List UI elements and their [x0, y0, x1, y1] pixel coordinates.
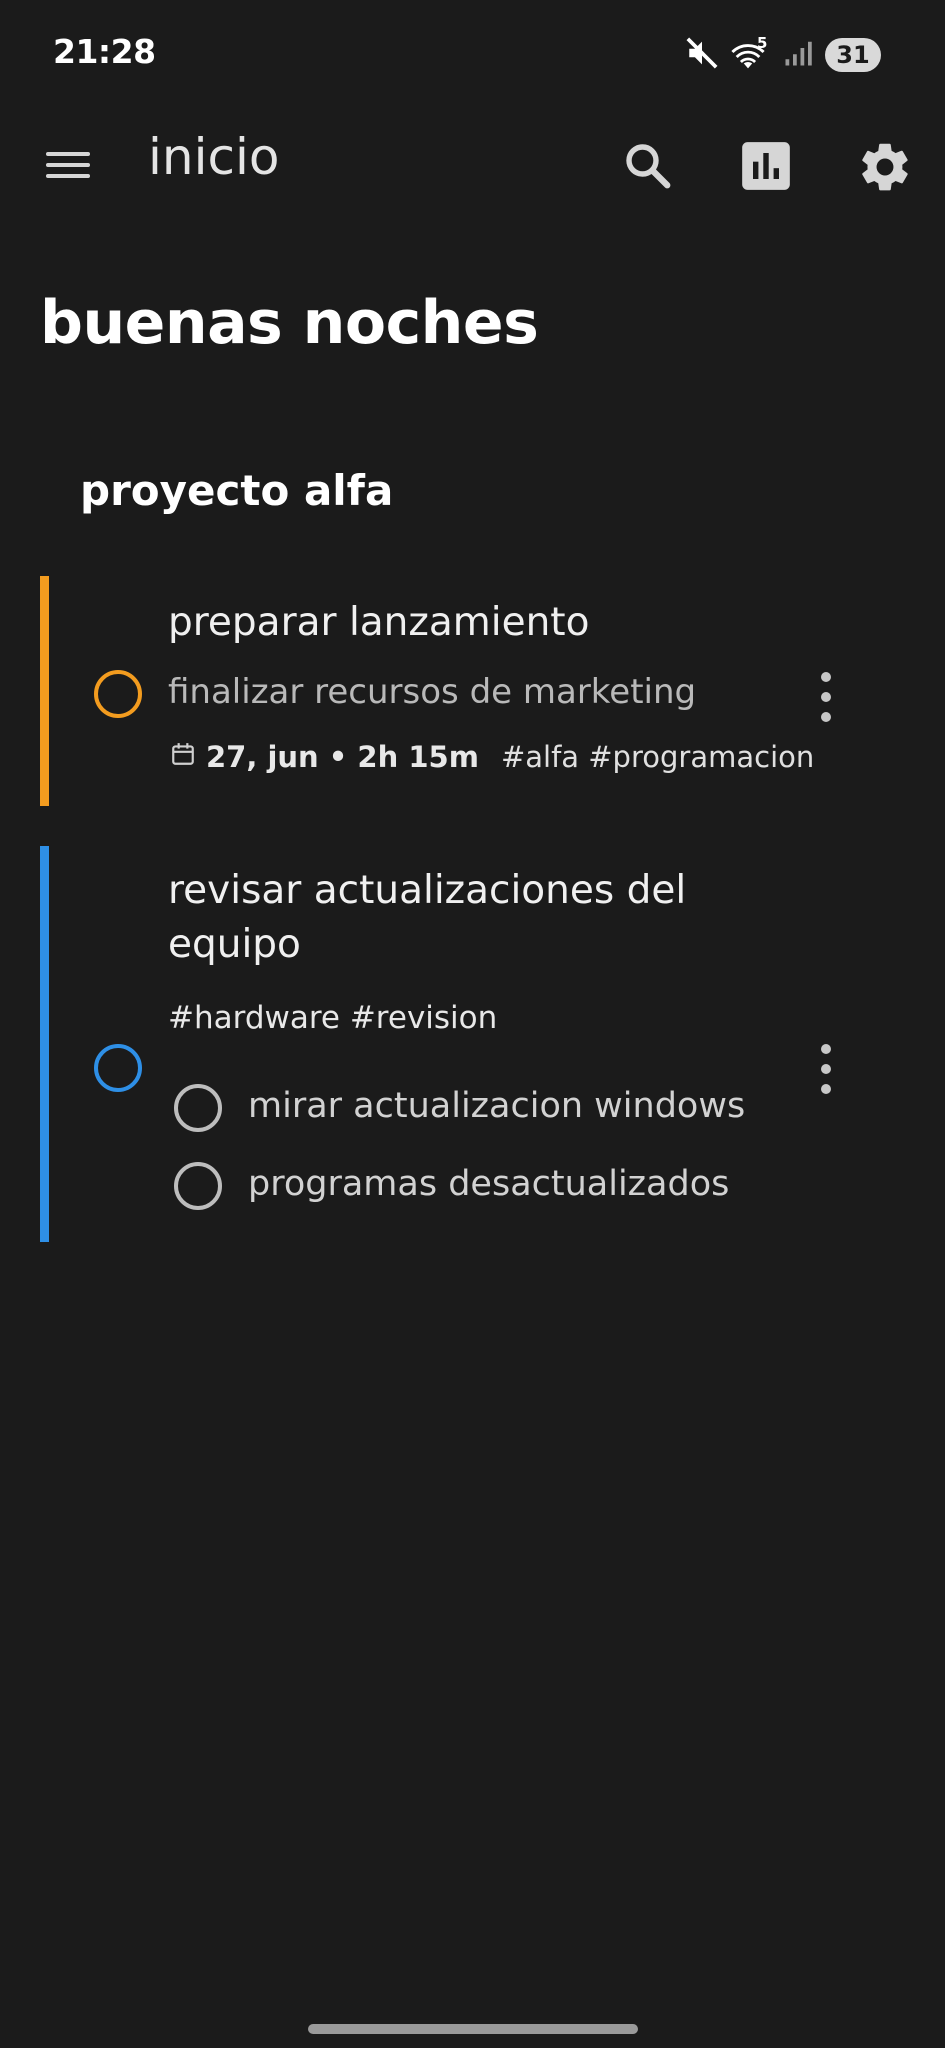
subtask-label: programas desactualizados	[248, 1164, 730, 1204]
task-accent-bar	[40, 576, 49, 806]
menu-icon[interactable]	[40, 140, 98, 190]
task-complete-checkbox[interactable]	[94, 670, 142, 718]
status-icons: 5 31	[685, 34, 881, 74]
settings-icon[interactable]	[856, 138, 914, 196]
signal-icon	[783, 38, 813, 72]
home-indicator[interactable]	[308, 2024, 638, 2034]
more-vert-icon[interactable]	[816, 672, 836, 722]
task-title: preparar lanzamiento	[168, 600, 590, 645]
greeting-heading: buenas noches	[40, 288, 539, 358]
task-due-date: 27, jun • 2h 15m	[206, 740, 479, 774]
task-tags: #hardware #revision	[168, 1000, 498, 1036]
subtask-label: mirar actualizacion windows	[248, 1086, 746, 1126]
mute-icon	[685, 36, 719, 74]
task-title-line-1: revisar actualizaciones del	[168, 868, 687, 913]
search-icon[interactable]	[620, 138, 674, 192]
wifi-icon: 5	[731, 34, 771, 72]
stats-icon[interactable]	[740, 140, 792, 192]
task-card-1[interactable]: preparar lanzamiento finalizar recursos …	[0, 576, 945, 806]
task-complete-checkbox[interactable]	[94, 1044, 142, 1092]
app-title: inicio	[148, 128, 280, 186]
subtask-checkbox[interactable]	[174, 1162, 222, 1210]
task-meta: 27, jun • 2h 15m #alfa #programacion	[170, 740, 814, 774]
subtask-checkbox[interactable]	[174, 1084, 222, 1132]
calendar-icon	[170, 740, 196, 774]
task-card-2[interactable]: revisar actualizaciones del equipo #hard…	[0, 846, 945, 1242]
task-subtitle: finalizar recursos de marketing	[168, 672, 697, 712]
battery-indicator: 31	[825, 38, 881, 72]
project-title: proyecto alfa	[80, 466, 394, 515]
task-accent-bar	[40, 846, 49, 1242]
status-time: 21:28	[53, 32, 156, 71]
wifi-badge: 5	[757, 34, 768, 52]
task-tags: #alfa #programacion	[500, 740, 815, 774]
more-vert-icon[interactable]	[816, 1044, 836, 1094]
task-title-line-2: equipo	[168, 922, 301, 967]
